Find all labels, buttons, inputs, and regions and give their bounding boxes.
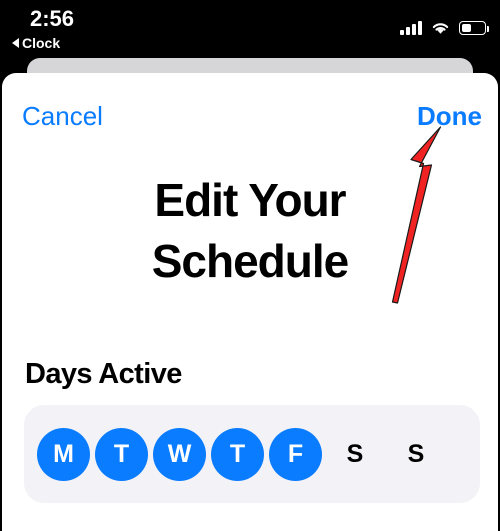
status-bar-time: 2:56 [30,6,75,31]
back-to-clock-button[interactable]: Clock [12,36,60,50]
back-to-clock-label: Clock [22,35,61,51]
cancel-button[interactable]: Cancel [22,96,103,136]
days-active-selector: M T W T F S S [24,405,480,503]
status-bar-indicators [400,21,489,35]
edit-schedule-sheet: Cancel Done Edit Your Schedule Days Acti… [2,73,498,531]
page-title: Edit Your Schedule [151,174,350,287]
day-chip-friday[interactable]: F [269,427,322,481]
day-chip-saturday[interactable]: S [327,428,383,481]
days-active-heading: Days Active [25,358,182,390]
day-chip-thursday[interactable]: T [211,427,264,481]
day-chip-sunday[interactable]: S [388,428,444,481]
day-chip-wednesday[interactable]: W [153,427,206,481]
wifi-icon [431,21,450,35]
sheet-toolbar: Cancel Done [2,96,498,136]
left-triangle-icon [12,38,19,48]
status-bar: 2:56 Clock [0,0,500,57]
cellular-signal-icon [400,21,422,35]
day-chip-monday[interactable]: M [37,427,90,481]
day-chip-tuesday[interactable]: T [95,427,148,481]
battery-icon [459,21,489,35]
done-button[interactable]: Done [417,96,482,136]
